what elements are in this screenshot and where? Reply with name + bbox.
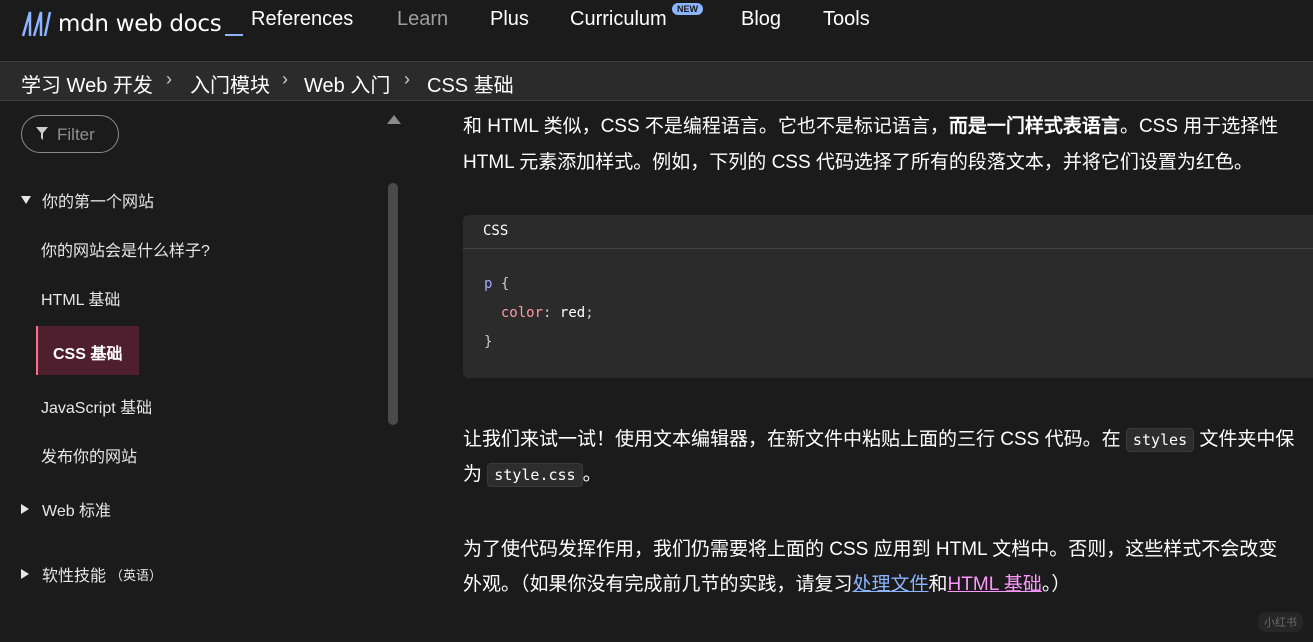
breadcrumb-item[interactable]: 学习 Web 开发 xyxy=(21,69,153,98)
css-property: color xyxy=(500,305,544,321)
nav-references[interactable]: References xyxy=(251,8,353,31)
paragraph-intro-line2: HTML 元素添加样式。例如，下列的 CSS 代码选择了所有的段落文本，并将它们… xyxy=(463,152,1253,173)
code-line: } xyxy=(484,334,492,350)
collapsed-triangle-icon xyxy=(21,569,29,579)
language-note: （英语） xyxy=(110,567,163,583)
text: 。） xyxy=(1041,574,1071,595)
nav-plus[interactable]: Plus xyxy=(490,8,529,31)
code-header: CSS xyxy=(463,215,1313,249)
sidebar-item-site-look[interactable]: 你的网站会是什么样子? xyxy=(41,237,210,261)
breadcrumb: 学习 Web 开发 › 入门模块 › Web 入门 › CSS 基础 xyxy=(0,62,1313,101)
breadcrumb-item[interactable]: Web 入门 xyxy=(304,69,390,98)
logo-text: mdn web docs xyxy=(58,11,222,37)
sidebar-group-first-website[interactable]: 你的第一个网站 xyxy=(21,188,154,212)
sidebar-item-publish[interactable]: 发布你的网站 xyxy=(41,443,137,467)
logo-cursor xyxy=(225,34,244,36)
breadcrumb-separator-icon: › xyxy=(282,69,288,89)
nav-learn[interactable]: Learn xyxy=(397,8,448,31)
sidebar-group-label: Web 标准 xyxy=(42,503,112,520)
paragraph-try-it: 让我们来试一试！使用文本编辑器，在新文件中粘贴上面的三行 CSS 代码。在 st… xyxy=(463,424,1295,452)
breadcrumb-separator-icon: › xyxy=(404,69,410,89)
text: 。 xyxy=(582,464,602,485)
code-example: CSS p { color: red; } xyxy=(463,215,1313,378)
filter-input[interactable]: Filter xyxy=(21,115,119,153)
paragraph-apply: 为了使代码发挥作用，我们仍需要将上面的 CSS 应用到 HTML 文档中。否则，… xyxy=(463,539,1278,560)
css-colon: : xyxy=(543,305,552,321)
breadcrumb-item[interactable]: 入门模块 xyxy=(190,69,270,98)
nav-tools[interactable]: Tools xyxy=(823,8,870,31)
sidebar-item-html-basics[interactable]: HTML 基础 xyxy=(41,286,120,310)
inline-code: styles xyxy=(1125,428,1195,452)
breadcrumb-separator-icon: › xyxy=(166,69,172,89)
breadcrumb-current[interactable]: CSS 基础 xyxy=(427,69,514,98)
sidebar-group-soft-skills[interactable]: 软性技能 （英语） xyxy=(21,562,162,586)
scroll-up-icon[interactable] xyxy=(387,115,401,124)
text: 文件夹中保 xyxy=(1199,429,1295,450)
nav-blog[interactable]: Blog xyxy=(741,8,781,31)
text: 为 xyxy=(463,464,483,485)
text: 和 xyxy=(928,574,948,595)
filter-placeholder: Filter xyxy=(57,125,95,144)
paragraph-intro: 和 HTML 类似，CSS 不是编程语言。它也不是标记语言，而是一门样式表语言。… xyxy=(463,111,1278,138)
sidebar-item-javascript-basics[interactable]: JavaScript 基础 xyxy=(41,394,152,418)
link-html-basics[interactable]: HTML 基础 xyxy=(948,574,1042,595)
sidebar-group-web-standards[interactable]: Web 标准 xyxy=(21,497,111,521)
css-semicolon: ; xyxy=(585,305,594,321)
text: 外观。（如果你没有完成前几节的实践，请复习 xyxy=(463,574,853,595)
css-value: red xyxy=(559,305,586,321)
inline-code: style.css xyxy=(487,463,583,487)
mdn-logo-icon xyxy=(21,11,52,37)
sidebar-group-label: 你的第一个网站 xyxy=(42,194,155,211)
mdn-logo[interactable]: mdn web docs xyxy=(20,8,244,40)
code-line: p { xyxy=(484,276,509,292)
top-navigation: mdn web docs References Learn Plus Curri… xyxy=(0,0,1313,62)
text: 。CSS 用于选择性 xyxy=(1119,116,1279,137)
sidebar-item-css-basics[interactable]: CSS 基础 xyxy=(36,326,139,375)
css-brace: } xyxy=(484,334,493,350)
code-language-label: CSS xyxy=(483,223,509,239)
text: 和 HTML 类似，CSS 不是编程语言。它也不是标记语言， xyxy=(463,116,949,137)
sidebar-item-label: CSS 基础 xyxy=(53,346,123,363)
bold-text: 而是一门样式表语言 xyxy=(948,116,1120,137)
watermark: 小红书 xyxy=(1258,612,1303,632)
sidebar-scrollbar[interactable] xyxy=(388,183,398,425)
css-brace: { xyxy=(500,276,510,292)
code-line: color: red; xyxy=(484,305,594,321)
new-badge: NEW xyxy=(672,3,703,15)
paragraph-try-it-line2: 为 style.css。 xyxy=(463,459,602,487)
text: 让我们来试一试！使用文本编辑器，在新文件中粘贴上面的三行 CSS 代码。在 xyxy=(463,429,1121,450)
expanded-triangle-icon xyxy=(21,196,31,204)
collapsed-triangle-icon xyxy=(21,504,29,514)
filter-icon xyxy=(36,127,48,140)
sidebar-group-label: 软性技能 xyxy=(42,568,107,585)
css-selector: p xyxy=(484,276,493,292)
nav-curriculum[interactable]: Curriculum xyxy=(570,8,667,31)
link-dealing-with-files[interactable]: 处理文件 xyxy=(853,574,929,595)
paragraph-apply-line2: 外观。（如果你没有完成前几节的实践，请复习处理文件和HTML 基础。） xyxy=(463,569,1070,596)
